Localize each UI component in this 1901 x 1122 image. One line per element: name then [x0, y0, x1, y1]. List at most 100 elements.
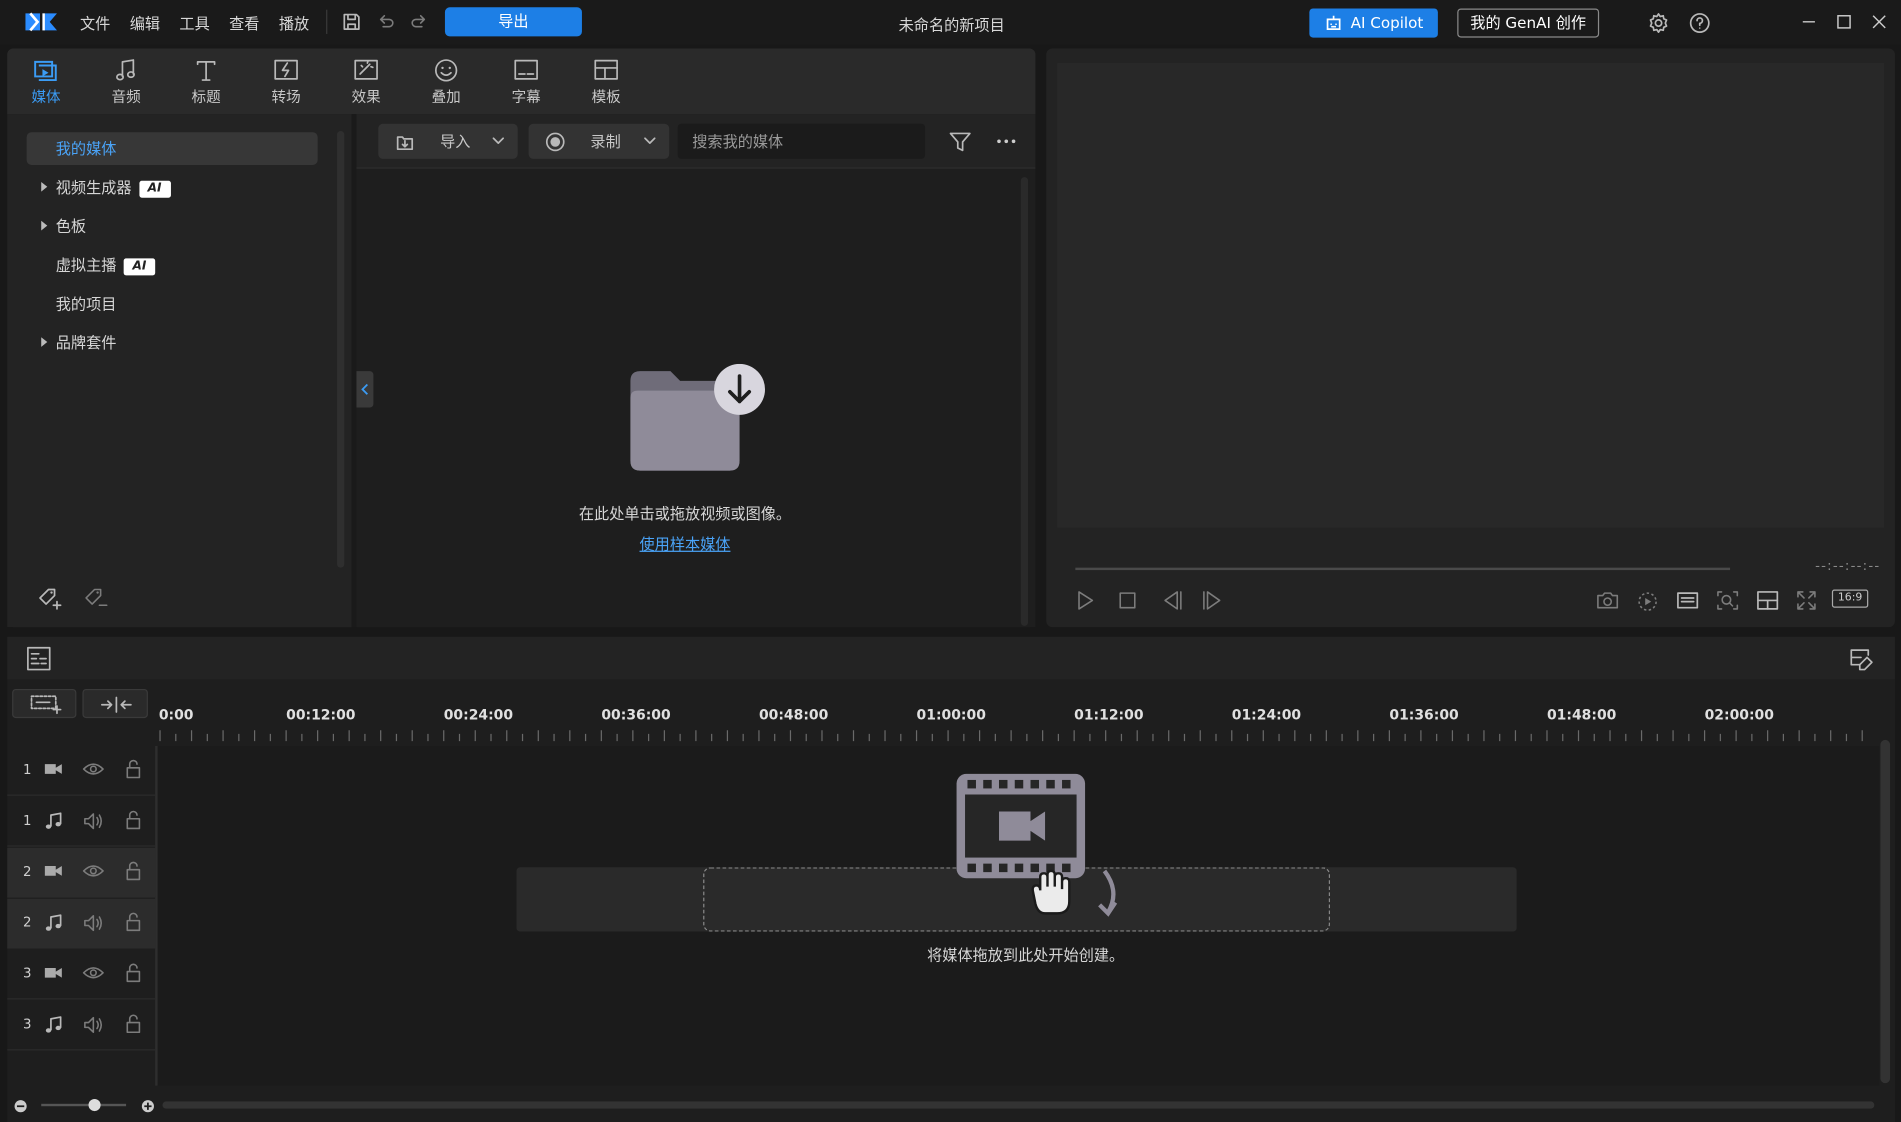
tab-title[interactable]: 标题 [172, 49, 240, 115]
track-header-video-2[interactable]: 2 [7, 847, 156, 898]
timeline-ruler[interactable]: 0:00 00:12:00 00:24:00 00:36:00 00:48:00… [157, 680, 1880, 744]
remove-tag-icon[interactable] [82, 586, 109, 610]
zoom-out-icon[interactable] [13, 1099, 28, 1114]
more-options-icon[interactable] [997, 138, 1016, 144]
track-header-video-1[interactable]: 1 [7, 746, 156, 796]
play-icon[interactable] [1074, 590, 1096, 612]
timeline-vertical-scrollbar[interactable] [1880, 739, 1891, 1084]
render-preview-icon[interactable] [1635, 590, 1659, 612]
timeline-horizontal-scrollbar[interactable] [162, 1101, 1875, 1109]
dock-layout-icon[interactable] [1756, 590, 1780, 612]
tab-template[interactable]: 模板 [572, 49, 640, 115]
tree-item-video-generator[interactable]: 视频生成器 AI [27, 171, 318, 204]
filter-icon[interactable] [948, 130, 972, 154]
ruler-label: 01:36:00 [1389, 705, 1459, 723]
visibility-eye-icon[interactable] [82, 862, 104, 879]
lock-icon[interactable] [125, 963, 142, 983]
folder-import-icon[interactable] [627, 363, 770, 476]
track-header-audio-1[interactable]: 1 [7, 797, 156, 847]
ruler-label: 01:12:00 [1074, 705, 1144, 723]
previous-frame-icon[interactable] [1160, 590, 1184, 612]
redo-icon[interactable] [410, 12, 429, 31]
add-track-button[interactable] [12, 688, 77, 719]
tree-item-brand-kit[interactable]: 品牌套件 [27, 326, 318, 359]
settings-gear-icon[interactable] [1648, 12, 1670, 34]
expand-caret-icon[interactable] [41, 220, 48, 231]
speaker-volume-icon[interactable] [82, 1015, 104, 1034]
preview-panel: --:--:--:-- 16:9 [1046, 48, 1895, 628]
my-genai-button[interactable]: 我的 GenAI 创作 [1457, 8, 1600, 38]
use-sample-media-link[interactable]: 使用样本媒体 [570, 531, 800, 554]
chevron-down-icon[interactable] [492, 136, 504, 146]
menu-view[interactable]: 查看 [229, 11, 259, 34]
tree-scrollbar[interactable] [337, 131, 345, 568]
preview-quality-icon[interactable] [1675, 590, 1699, 612]
add-tag-icon[interactable] [36, 586, 63, 610]
speaker-volume-icon[interactable] [82, 913, 104, 932]
tab-transition[interactable]: 转场 [252, 49, 320, 115]
undo-icon[interactable] [376, 12, 395, 31]
menu-file[interactable]: 文件 [80, 11, 110, 34]
tab-subtitle[interactable]: 字幕 [492, 49, 560, 115]
minimize-icon[interactable] [1802, 15, 1817, 30]
ruler-label: 01:48:00 [1546, 705, 1617, 723]
expand-caret-icon[interactable] [41, 337, 48, 347]
menu-edit[interactable]: 编辑 [130, 11, 160, 34]
tab-media[interactable]: 媒体 [12, 49, 80, 115]
maximize-icon[interactable] [1837, 15, 1852, 30]
lock-icon[interactable] [125, 912, 142, 932]
track-header-audio-3[interactable]: 3 [7, 1001, 156, 1051]
ruler-label: 00:24:00 [443, 705, 514, 723]
record-icon [545, 132, 565, 152]
search-input[interactable]: 搜索我的媒体 [677, 123, 926, 159]
track-header-audio-2[interactable]: 2 [7, 898, 156, 949]
timeline-zoom-slider[interactable] [41, 1103, 127, 1107]
tab-audio[interactable]: 音频 [92, 49, 160, 115]
expand-caret-icon[interactable] [41, 181, 48, 192]
export-button[interactable]: 导出 [444, 7, 582, 37]
lock-icon[interactable] [125, 810, 142, 830]
storyboard-view-icon[interactable] [25, 645, 52, 672]
preview-screen[interactable] [1057, 63, 1885, 528]
collapse-tree-button[interactable] [356, 371, 374, 408]
menu-play[interactable]: 播放 [279, 11, 309, 34]
track-header-video-3[interactable]: 3 [7, 950, 156, 1000]
import-button[interactable]: 导入 [378, 123, 518, 159]
visibility-eye-icon[interactable] [82, 761, 104, 778]
tree-item-my-media[interactable]: 我的媒体 [26, 132, 318, 165]
tree-item-label: 色板 [55, 217, 87, 236]
tree-item-label: 虚拟主播 [55, 255, 117, 275]
stop-icon[interactable] [1117, 590, 1139, 612]
timeline-drop-message: 将媒体拖放到此处开始创建。 [927, 946, 1125, 965]
zoom-slider-knob[interactable] [88, 1098, 101, 1112]
save-icon[interactable] [342, 12, 361, 31]
help-icon[interactable] [1689, 12, 1711, 34]
media-scrollbar[interactable] [1020, 177, 1029, 626]
chevron-down-icon[interactable] [644, 136, 656, 146]
tab-media-label: 媒体 [31, 88, 61, 106]
timeline-settings-icon[interactable] [1848, 645, 1877, 672]
tree-item-my-projects[interactable]: 我的项目 [27, 287, 318, 320]
snapshot-camera-icon[interactable] [1595, 590, 1619, 612]
fullscreen-icon[interactable] [1796, 590, 1818, 612]
fit-timeline-button[interactable] [82, 688, 148, 719]
next-frame-icon[interactable] [1200, 590, 1224, 612]
visibility-eye-icon[interactable] [82, 964, 104, 981]
lock-icon[interactable] [125, 759, 142, 779]
playback-progress-bar[interactable] [1075, 567, 1731, 571]
ai-copilot-button[interactable]: AI Copilot [1309, 8, 1438, 38]
speaker-volume-icon[interactable] [82, 811, 104, 830]
menu-tools[interactable]: 工具 [179, 11, 209, 34]
media-library-panel: 媒体 音频 标题 转场 效果 叠加 字幕 模板 我的媒体 视频生成器 AI 色板… [7, 48, 1036, 628]
record-button[interactable]: 录制 [528, 123, 670, 159]
close-icon[interactable] [1872, 15, 1887, 30]
tab-effects[interactable]: 效果 [332, 49, 400, 115]
lock-icon[interactable] [125, 861, 142, 881]
tree-item-color-board[interactable]: 色板 [27, 210, 318, 243]
zoom-in-icon[interactable] [141, 1099, 156, 1114]
tab-overlay[interactable]: 叠加 [412, 49, 480, 115]
lock-icon[interactable] [125, 1014, 142, 1034]
tree-item-virtual-host[interactable]: 虚拟主播 AI [27, 249, 318, 282]
zoom-preview-icon[interactable] [1716, 590, 1740, 612]
aspect-ratio-button[interactable]: 16:9 [1831, 589, 1869, 608]
